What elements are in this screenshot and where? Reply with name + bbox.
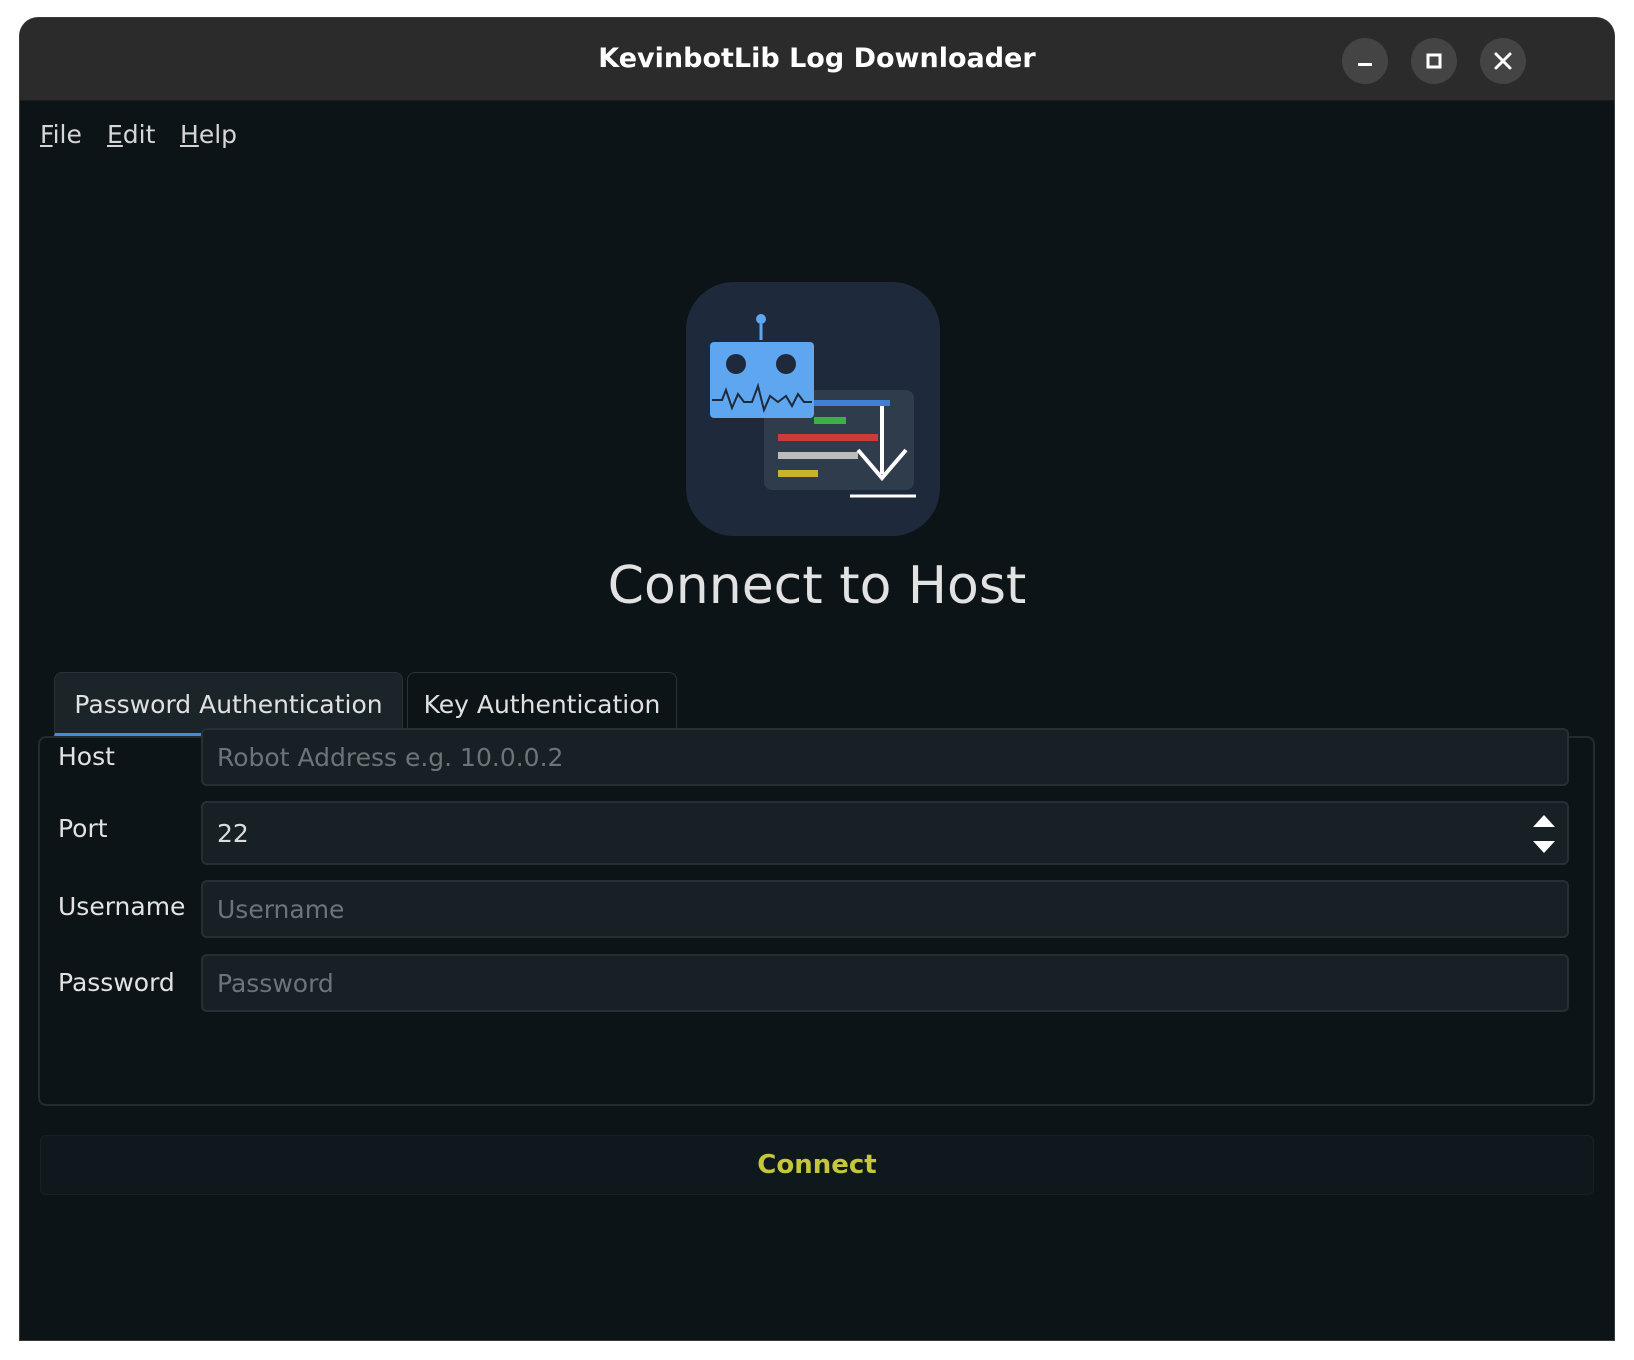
menu-help[interactable]: Help [180, 120, 237, 149]
spin-up-icon[interactable] [1529, 809, 1559, 833]
menu-help-accel: H [180, 120, 199, 149]
menu-bar: File Edit Help [20, 100, 1614, 158]
password-input[interactable] [201, 954, 1569, 1012]
app-window: KevinbotLib Log Downloader File Edit Hel… [20, 18, 1614, 1340]
menu-file-label: ile [52, 120, 82, 149]
menu-file[interactable]: File [40, 120, 82, 149]
close-button[interactable] [1480, 38, 1526, 84]
menu-edit[interactable]: Edit [107, 120, 155, 149]
maximize-icon [1426, 53, 1442, 69]
password-label: Password [58, 968, 175, 997]
tab-password-authentication[interactable]: Password Authentication [54, 672, 403, 736]
tab-key-authentication[interactable]: Key Authentication [407, 672, 677, 736]
host-label: Host [58, 742, 115, 771]
app-logo-icon [686, 282, 940, 536]
username-input[interactable] [201, 880, 1569, 938]
close-icon [1494, 52, 1512, 70]
title-bar[interactable]: KevinbotLib Log Downloader [20, 18, 1614, 101]
username-label: Username [58, 892, 186, 921]
port-label: Port [58, 814, 108, 843]
menu-edit-accel: E [107, 120, 123, 149]
menu-file-accel: F [40, 120, 53, 149]
minimize-icon [1358, 63, 1372, 66]
host-input[interactable] [201, 728, 1569, 786]
connect-button[interactable]: Connect [40, 1135, 1594, 1195]
menu-help-label: elp [198, 120, 238, 149]
page-title: Connect to Host [607, 556, 1027, 616]
menu-edit-label: dit [122, 120, 156, 149]
minimize-button[interactable] [1342, 38, 1388, 84]
port-value: 22 [217, 819, 249, 848]
maximize-button[interactable] [1411, 38, 1457, 84]
spin-down-icon[interactable] [1529, 835, 1559, 859]
port-spinbox[interactable]: 22 [201, 801, 1569, 865]
